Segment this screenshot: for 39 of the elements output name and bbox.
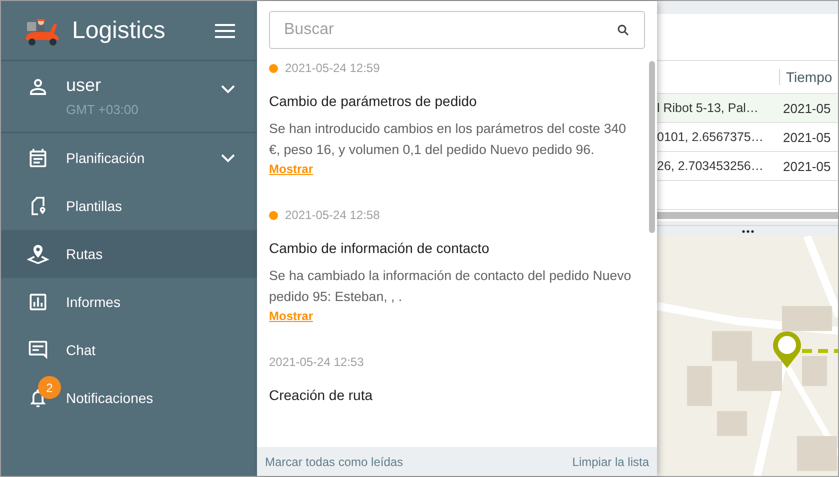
sidebar-item[interactable]: Notificaciones 2: [1, 374, 257, 422]
scrollbar-thumb[interactable]: [649, 61, 655, 233]
notification-text: Se ha cambiado la información de contacto del pedido Nuevo pedido 95: Esteban, , .: [269, 267, 632, 306]
notification-title: Cambio de información de contacto: [269, 240, 490, 256]
drag-handle-icon[interactable]: [742, 230, 754, 232]
search-field[interactable]: Buscar: [269, 11, 645, 49]
notification-title: Creación de ruta: [269, 387, 374, 403]
chat-icon: [27, 339, 49, 361]
mark-all-read-link[interactable]: Marcar todas como leídas: [265, 454, 404, 468]
notification-title: Cambio de parámetros de pedido: [269, 93, 478, 109]
table-cell-text: 26, 2.703453256…: [657, 159, 764, 173]
timezone-label: GMT +03:00: [66, 102, 140, 117]
table-cell-text: 2021-05: [782, 130, 832, 144]
column-header[interactable]: Tiempo: [779, 69, 838, 85]
table-cell-text: l Ribot 5-13, Pal…: [657, 101, 760, 115]
sidebar-item[interactable]: Planificación: [1, 134, 257, 182]
user-name: user: [66, 75, 102, 96]
sidebar-item[interactable]: Chat: [1, 326, 257, 374]
notification-time: 2021-05-24 12:59: [285, 61, 380, 75]
chevron-down-icon[interactable]: [221, 85, 235, 94]
sidebar-item[interactable]: Informes: [1, 278, 257, 326]
search-icon[interactable]: [617, 24, 629, 36]
notification-text: Se han introducido cambios en los parámetros del coste 340 €, peso 16, y volumen 0,1 del pedido Nuevo pedido 96.: [269, 120, 628, 159]
bar-chart-icon: [27, 291, 49, 313]
chevron-down-icon[interactable]: [221, 154, 235, 162]
notification-time: 2021-05-24 12:53: [269, 355, 364, 369]
count-badge: 2: [38, 376, 61, 399]
horizontal-scrollbar[interactable]: [657, 212, 838, 219]
table-cell-text: 2021-05: [782, 100, 832, 116]
clear-list-link[interactable]: Limpiar la lista: [572, 454, 649, 468]
menu-icon[interactable]: [215, 24, 235, 38]
table-cell-text: 0101, 2.6567375…: [657, 130, 764, 144]
sidebar-item[interactable]: Plantillas: [1, 182, 257, 230]
map-pin-icon: [27, 243, 49, 265]
sidebar-item[interactable]: Rutas: [1, 230, 257, 278]
table-cell-text: 2021-05: [782, 158, 832, 174]
app-title: Logistics: [72, 16, 166, 44]
calendar-icon: [27, 147, 49, 169]
notification-time: 2021-05-24 12:58: [285, 208, 380, 222]
